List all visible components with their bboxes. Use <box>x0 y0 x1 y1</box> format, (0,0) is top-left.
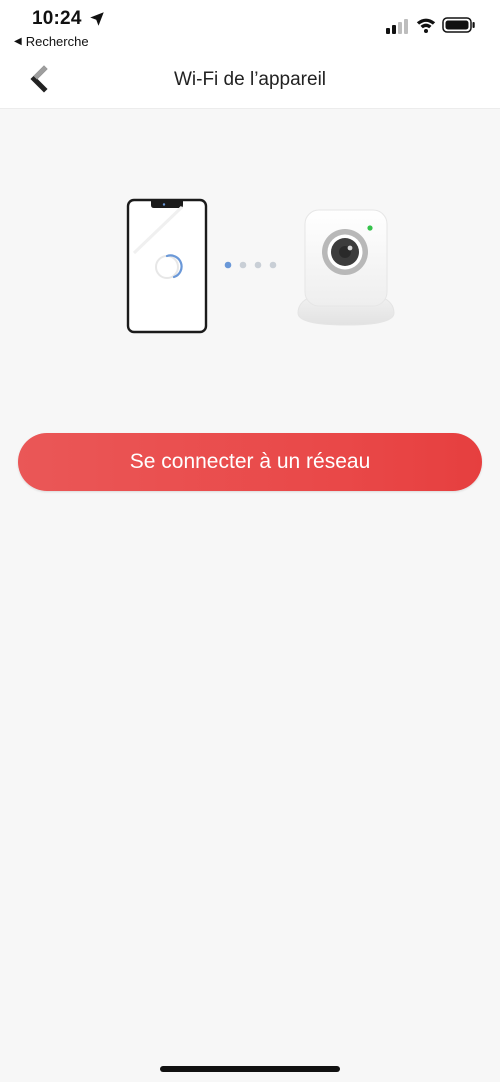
dot <box>239 261 247 269</box>
status-time: 10:24 <box>32 8 82 29</box>
wifi-icon <box>416 18 436 33</box>
top-bar: 10:24 ◀ Recherche Wi‑Fi de l’appareil <box>0 0 500 109</box>
camera-led <box>367 225 373 231</box>
back-app-label: Recherche <box>25 34 89 49</box>
connect-button-label: Se connecter à un réseau <box>129 450 371 473</box>
page-title: Wi‑Fi de l’appareil <box>173 69 327 90</box>
dot-active <box>224 261 232 269</box>
device-connection-illustration <box>126 198 395 334</box>
location-arrow-icon <box>90 12 104 26</box>
connect-to-network-button[interactable]: Se connecter à un réseau <box>18 433 482 491</box>
camera-illustration <box>297 209 395 326</box>
battery-icon <box>442 17 475 33</box>
dot <box>269 261 277 269</box>
back-to-search-link[interactable]: ◀ Recherche <box>14 34 89 49</box>
back-triangle-icon: ◀ <box>14 36 22 47</box>
home-indicator[interactable] <box>160 1066 340 1072</box>
phone-illustration <box>126 198 208 334</box>
dot <box>254 261 262 269</box>
connection-dots <box>224 261 277 269</box>
signal-bars-icon <box>386 19 408 34</box>
